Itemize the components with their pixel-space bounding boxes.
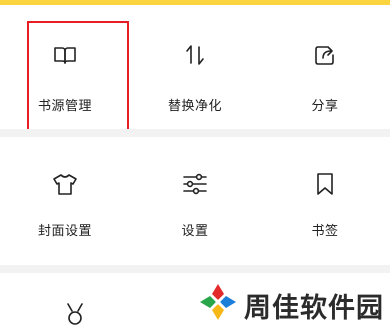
watermark-text: 周佳软件园 [244, 293, 384, 324]
replace-purify-label: 替换净化 [167, 99, 222, 114]
settings-label: 设置 [181, 224, 209, 239]
pinwheel-logo-icon [196, 280, 240, 324]
menu-panel-2: 封面设置 设置 书签 [0, 137, 390, 265]
book-source-manage-label: 书源管理 [37, 99, 92, 114]
section-divider [0, 265, 390, 273]
site-watermark: 周佳软件园 [196, 278, 390, 326]
cover-settings-label: 封面设置 [37, 224, 92, 239]
cover-settings-button[interactable]: 封面设置 [0, 137, 130, 247]
bookmark-icon [311, 170, 339, 198]
share-button[interactable]: 分享 [260, 15, 390, 125]
share-icon [311, 41, 339, 69]
bookmarks-label: 书签 [311, 224, 339, 239]
menu-panel-1: 书源管理 替换净化 分享 [0, 5, 390, 133]
swap-arrows-icon [181, 41, 209, 69]
tshirt-icon [51, 170, 79, 198]
section-divider [0, 129, 390, 137]
book-source-manage-button[interactable]: 书源管理 [0, 15, 130, 125]
replace-purify-button[interactable]: 替换净化 [130, 15, 260, 125]
bookmarks-button[interactable]: 书签 [260, 137, 390, 247]
settings-button[interactable]: 设置 [130, 137, 260, 247]
sliders-icon [181, 170, 209, 198]
share-label: 分享 [311, 99, 339, 114]
book-icon [51, 41, 79, 69]
award-ribbon-icon[interactable] [62, 302, 88, 326]
